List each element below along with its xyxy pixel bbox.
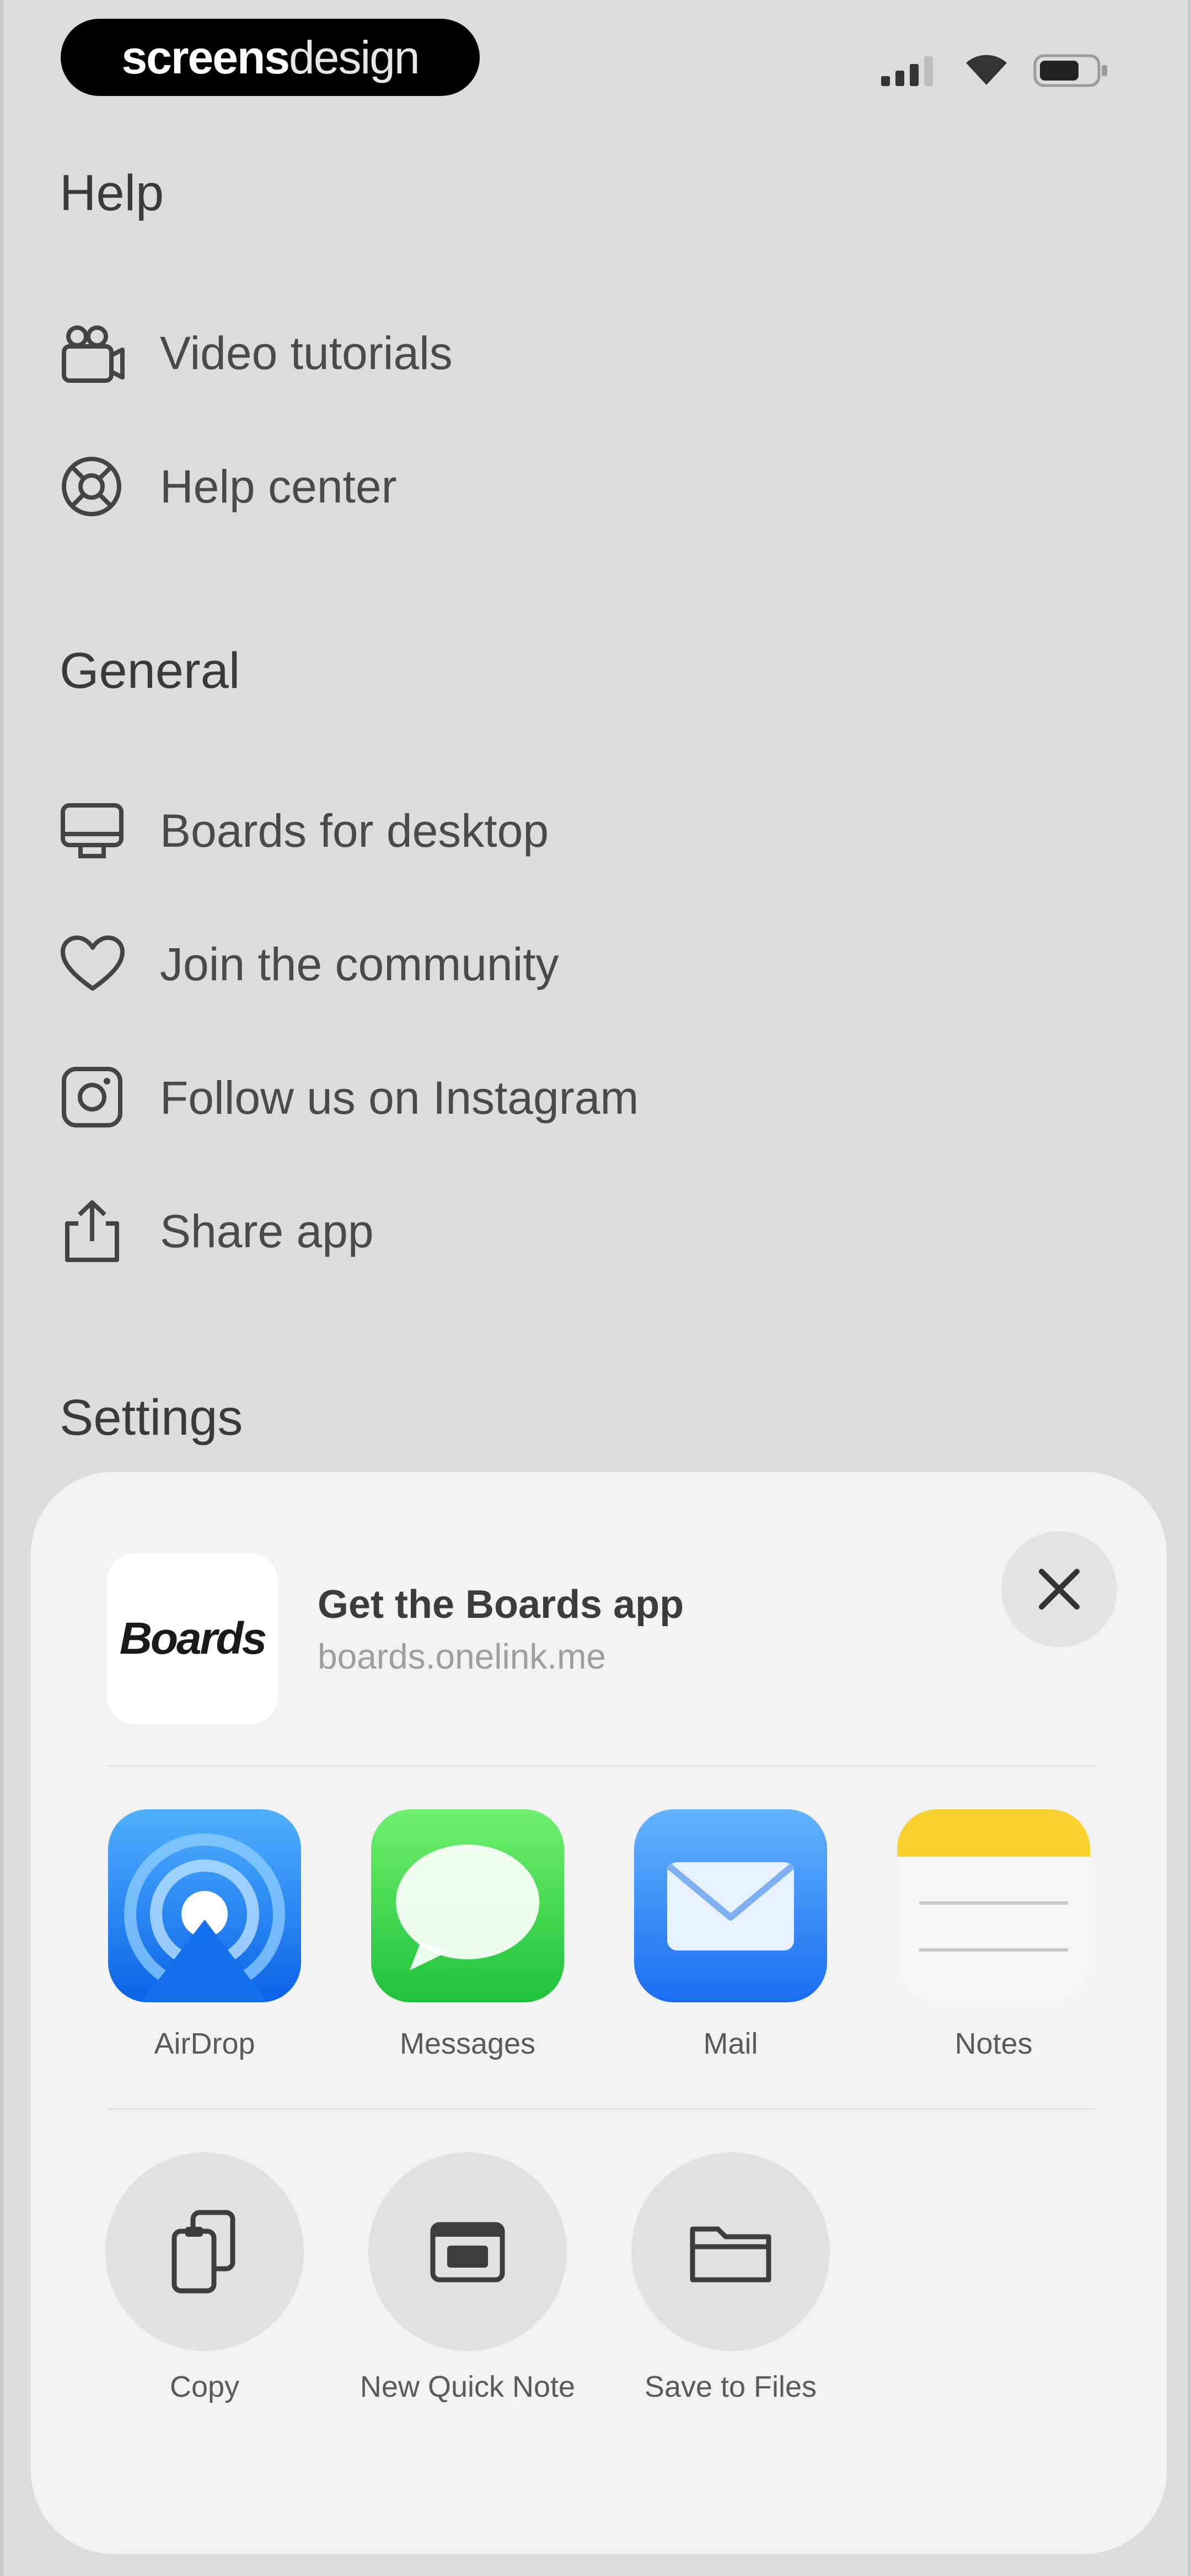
brand-light-text: design [289,31,420,83]
action-label: New Quick Note [360,2370,576,2403]
brand-bold-text: screens [121,31,290,83]
menu-item-boards-for-desktop[interactable]: Boards for desktop [60,792,721,869]
help-section-title: Help [60,165,164,221]
share-url: boards.onelink.me [318,1637,606,1676]
menu-item-help-center[interactable]: Help center [60,448,721,525]
lifebuoy-icon [62,457,121,516]
action-label: Copy [169,2370,240,2403]
desktop-icon [61,803,124,858]
settings-section-title: Settings [60,1389,243,1446]
app-mail[interactable] [634,1809,827,2002]
divider [108,2108,1095,2110]
app-label: Messages [399,2027,536,2060]
close-button[interactable] [1001,1531,1117,1647]
video-tutorials-icon [62,325,125,383]
copy-icon [171,2210,235,2294]
action-save-to-files[interactable] [631,2152,830,2351]
notes-icon [897,1809,1090,2002]
brand-pill: screens design [61,19,480,96]
action-label: Save to Files [644,2370,817,2403]
menu-item-join-community[interactable]: Join the community [60,926,721,1003]
instagram-icon [62,1067,122,1127]
app-notes[interactable] [897,1809,1090,2002]
app-messages[interactable] [371,1809,564,2002]
share-icon [65,1200,119,1262]
menu-item-instagram[interactable]: Follow us on Instagram [60,1059,721,1136]
quick-note-icon [430,2222,505,2283]
folder-icon [690,2226,771,2283]
status-icons [879,51,1110,89]
mail-icon [634,1809,827,2002]
action-copy[interactable] [105,2152,304,2351]
menu-item-label: Follow us on Instagram [160,1071,639,1124]
settings-screen: screens design Help Video tutorials Help… [3,0,1188,2576]
menu-item-video-tutorials[interactable]: Video tutorials [60,314,721,392]
app-airdrop[interactable] [108,1809,301,2002]
airdrop-icon [108,1809,301,2002]
close-icon [1039,1569,1080,1610]
divider [108,1765,1095,1767]
share-title: Get the Boards app [318,1583,684,1627]
share-preview-thumbnail: Boards [107,1553,278,1724]
thumbnail-logo-text: Boards [119,1613,267,1664]
app-label: Mail [703,2027,758,2060]
share-sheet: Boards Get the Boards app boards.onelink… [31,1472,1167,2554]
app-label: AirDrop [154,2027,255,2060]
heart-icon [61,936,125,991]
menu-item-label: Boards for desktop [160,804,549,857]
menu-item-label: Help center [160,460,397,512]
menu-item-label: Share app [160,1205,374,1257]
signal-icon [881,56,933,86]
battery-icon [1033,54,1107,87]
general-section-title: General [60,643,240,699]
menu-item-label: Video tutorials [160,327,453,379]
wifi-icon [966,55,1007,85]
menu-item-share-app[interactable]: Share app [60,1193,721,1270]
messages-icon [371,1809,564,2002]
app-label: Notes [954,2027,1033,2060]
action-new-quick-note[interactable] [368,2152,567,2351]
menu-item-label: Join the community [160,938,559,990]
